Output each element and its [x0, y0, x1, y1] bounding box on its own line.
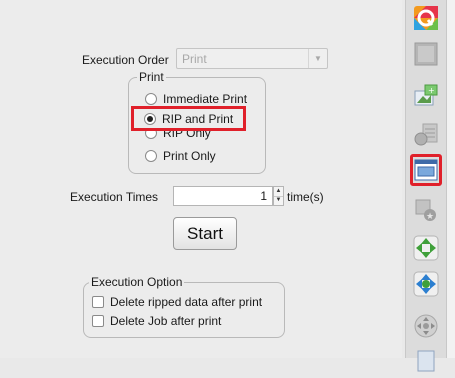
- print-group-title: Print: [137, 70, 166, 84]
- spinner-down-icon[interactable]: ▼: [274, 196, 283, 205]
- scrollbar-track[interactable]: [447, 0, 455, 358]
- move-circle-icon: [414, 314, 438, 338]
- execution-order-value: Print: [182, 52, 207, 66]
- checkbox-label: Delete Job after print: [110, 314, 222, 328]
- radio-button-checked[interactable]: [144, 113, 156, 125]
- execution-order-label: Execution Order: [82, 53, 169, 67]
- toolbar-button-gear-star[interactable]: ★: [410, 194, 442, 226]
- svg-text:+: +: [428, 86, 435, 95]
- execution-panel: Execution Order Print ▼ Print Immediate …: [0, 0, 402, 358]
- image-add-icon: +: [414, 84, 438, 106]
- toolbar-button-image-add[interactable]: +: [410, 80, 442, 112]
- green-arrows-icon: [413, 235, 439, 261]
- radio-button[interactable]: [145, 150, 157, 162]
- execution-times-input[interactable]: 1: [173, 186, 273, 206]
- grid-settings-icon: [414, 123, 438, 146]
- checkbox[interactable]: [92, 315, 104, 327]
- toolbar-button-color[interactable]: [410, 2, 442, 34]
- execution-option-title: Execution Option: [89, 275, 185, 289]
- blank-square-icon: [414, 42, 438, 66]
- gear-star-icon: ★: [415, 199, 436, 222]
- svg-text:★: ★: [426, 212, 434, 222]
- radio-label: Print Only: [163, 149, 216, 163]
- rip-and-print-highlight[interactable]: RIP and Print: [131, 106, 246, 131]
- radio-label: Immediate Print: [163, 92, 248, 106]
- execution-order-select[interactable]: Print ▼: [176, 48, 328, 69]
- checkbox-label: Delete ripped data after print: [110, 295, 263, 309]
- start-button[interactable]: Start: [173, 217, 237, 250]
- blue-arrows-icon: [413, 271, 439, 297]
- toolbar-button-green-arrows[interactable]: [410, 232, 442, 264]
- radio-label: RIP and Print: [162, 112, 234, 126]
- execution-option-group: Execution Option Delete ripped data afte…: [83, 275, 285, 338]
- execution-times-unit: time(s): [287, 190, 324, 204]
- toolbar-button-grid[interactable]: [410, 118, 442, 150]
- times-spinner[interactable]: ▲ ▼: [273, 186, 284, 206]
- printer-window-icon: [414, 159, 438, 181]
- toolbar-button-blue-arrows[interactable]: [410, 268, 442, 300]
- toolbar-button-printer-window[interactable]: [410, 154, 442, 186]
- execution-times-label: Execution Times: [70, 190, 159, 204]
- color-q-icon: [414, 6, 438, 30]
- radio-button[interactable]: [145, 93, 157, 105]
- toolbar-button-document[interactable]: [410, 346, 442, 378]
- chevron-down-icon: ▼: [308, 49, 327, 68]
- right-toolbar: + ★: [405, 0, 447, 372]
- toolbar-button-move[interactable]: [410, 310, 442, 342]
- document-icon: [417, 350, 435, 372]
- checkbox[interactable]: [92, 296, 104, 308]
- toolbar-button-blank[interactable]: [410, 38, 442, 70]
